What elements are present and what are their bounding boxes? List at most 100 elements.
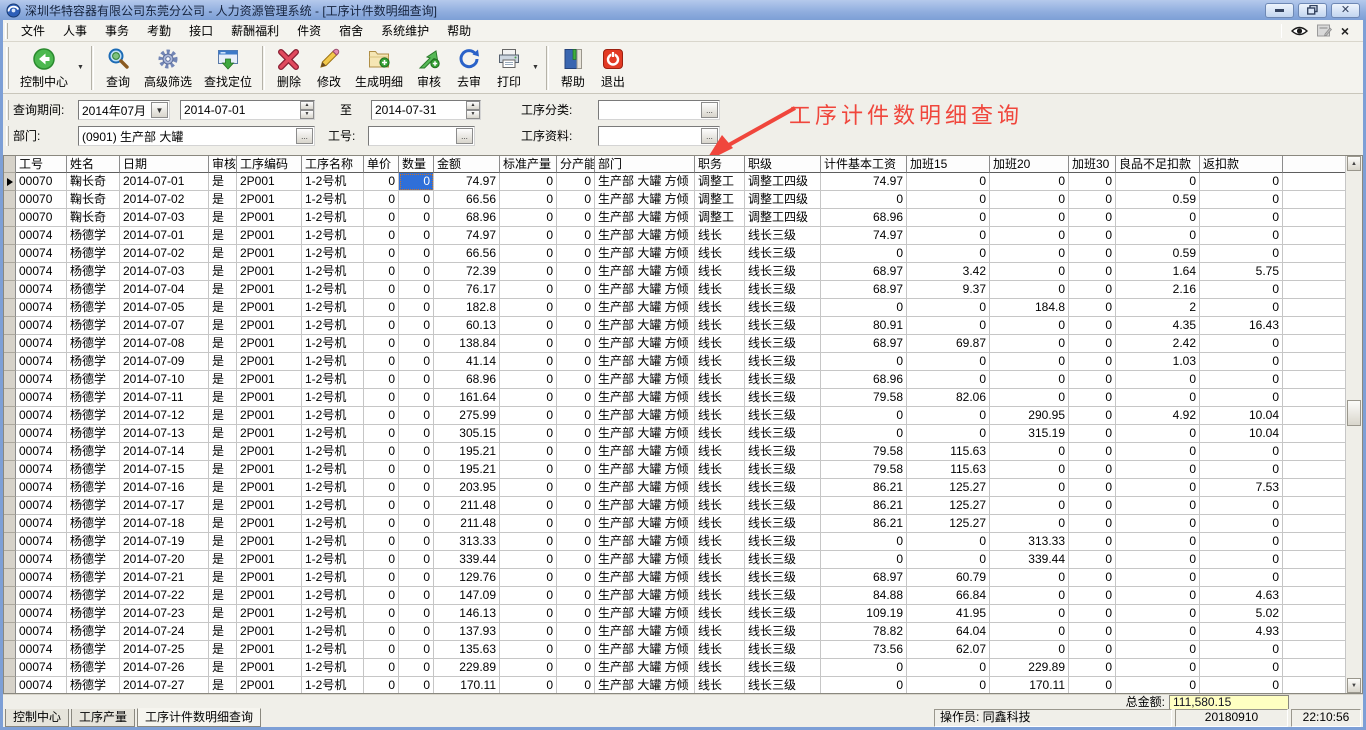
grid-cell[interactable]: 线长三级 [745, 677, 821, 694]
grid-cell[interactable]: 109.19 [821, 605, 907, 623]
grid-cell[interactable]: 00074 [16, 677, 67, 694]
grid-cell[interactable]: 0.59 [1116, 191, 1200, 209]
grid-cell[interactable]: 00074 [16, 605, 67, 623]
grid-cell[interactable]: 1-2号机 [302, 623, 364, 641]
grid-cell[interactable]: 0 [399, 479, 434, 497]
grid-cell[interactable]: 生产部 大罐 方倾 [595, 425, 695, 443]
grid-cell[interactable]: 2P001 [237, 209, 302, 227]
restore-button[interactable] [1298, 3, 1327, 18]
grid-cell[interactable]: 2P001 [237, 317, 302, 335]
grid-cell[interactable]: 0 [557, 425, 595, 443]
grid-cell[interactable]: 313.33 [990, 533, 1069, 551]
grid-cell[interactable]: 2014-07-11 [120, 389, 209, 407]
grid-cell[interactable]: 0 [1069, 479, 1116, 497]
grid-cell[interactable]: 线长三级 [745, 623, 821, 641]
grid-cell[interactable]: 1-2号机 [302, 371, 364, 389]
grid-cell[interactable]: 0 [907, 299, 990, 317]
grid-cell[interactable]: 0 [821, 245, 907, 263]
grid-cell[interactable]: 线长三级 [745, 461, 821, 479]
grid-cell[interactable]: 是 [209, 263, 237, 281]
grid-cell[interactable]: 2P001 [237, 659, 302, 677]
spin-down-icon[interactable]: ▼ [300, 110, 314, 119]
grid-cell[interactable]: 195.21 [434, 461, 500, 479]
grid-cell[interactable]: 杨德学 [67, 677, 120, 694]
scroll-thumb[interactable] [1347, 400, 1361, 426]
grid-cell[interactable]: 线长 [695, 677, 745, 694]
grid-cell[interactable]: 线长 [695, 263, 745, 281]
grid-cell[interactable]: 0 [907, 425, 990, 443]
grid-cell[interactable]: 66.84 [907, 587, 990, 605]
grid-cell[interactable]: 2P001 [237, 227, 302, 245]
grid-cell[interactable]: 0 [557, 641, 595, 659]
grid-cell[interactable]: 0 [557, 569, 595, 587]
grid-cell[interactable]: 是 [209, 245, 237, 263]
grid-cell[interactable]: 线长三级 [745, 479, 821, 497]
grid-cell[interactable]: 1-2号机 [302, 407, 364, 425]
grid-cell[interactable]: 0 [1069, 263, 1116, 281]
grid-cell[interactable]: 0 [990, 443, 1069, 461]
grid-cell[interactable]: 0 [990, 569, 1069, 587]
grid-cell[interactable]: 68.96 [821, 209, 907, 227]
grid-cell[interactable]: 0 [399, 641, 434, 659]
grid-cell[interactable]: 1-2号机 [302, 515, 364, 533]
grid-cell[interactable]: 0 [557, 209, 595, 227]
column-header-10[interactable]: 标准产量 [500, 156, 557, 173]
grid-cell[interactable]: 275.99 [434, 407, 500, 425]
grid-cell[interactable]: 00074 [16, 497, 67, 515]
grid-cell[interactable]: 线长三级 [745, 281, 821, 299]
grid-cell[interactable]: 是 [209, 407, 237, 425]
column-header-13[interactable]: 职务 [695, 156, 745, 173]
grid-cell[interactable]: 线长 [695, 245, 745, 263]
period-combo[interactable]: 2014年07月 ▼ [78, 100, 170, 120]
grid-cell[interactable]: 是 [209, 299, 237, 317]
grid-cell[interactable]: 00074 [16, 461, 67, 479]
menu-item-7[interactable]: 件资 [288, 19, 330, 42]
grid-cell[interactable]: 线长三级 [745, 407, 821, 425]
grid-cell[interactable]: 是 [209, 659, 237, 677]
grid-cell[interactable]: 00074 [16, 335, 67, 353]
grid-cell[interactable]: 0 [399, 569, 434, 587]
grid-cell[interactable]: 0 [1069, 353, 1116, 371]
grid-cell[interactable]: 2014-07-24 [120, 623, 209, 641]
grid-cell[interactable]: 00070 [16, 191, 67, 209]
menu-item-8[interactable]: 宿舍 [330, 19, 372, 42]
grid-cell[interactable]: 0 [821, 677, 907, 694]
grid-cell[interactable]: 2014-07-08 [120, 335, 209, 353]
grid-cell[interactable]: 线长 [695, 461, 745, 479]
grid-cell[interactable]: 0 [1116, 371, 1200, 389]
menu-item-4[interactable]: 考勤 [138, 19, 180, 42]
grid-cell[interactable]: 10.04 [1200, 407, 1283, 425]
grid-cell[interactable]: 2P001 [237, 335, 302, 353]
grid-cell[interactable]: 杨德学 [67, 605, 120, 623]
grid-cell[interactable]: 0 [1200, 227, 1283, 245]
grid-cell[interactable]: 0 [364, 497, 399, 515]
grid-cell[interactable]: 2014-07-03 [120, 263, 209, 281]
grid-cell[interactable]: 线长 [695, 425, 745, 443]
grid-cell[interactable]: 0 [1069, 317, 1116, 335]
grid-cell[interactable]: 0 [990, 191, 1069, 209]
grid-cell[interactable]: 0 [500, 677, 557, 694]
grid-cell[interactable]: 74.97 [434, 173, 500, 191]
grid-cell[interactable]: 是 [209, 641, 237, 659]
grid-cell[interactable]: 00074 [16, 587, 67, 605]
grid-cell[interactable]: 生产部 大罐 方倾 [595, 677, 695, 694]
grid-cell[interactable]: 0 [399, 299, 434, 317]
grid-cell[interactable]: 是 [209, 371, 237, 389]
grid-cell[interactable]: 0 [364, 263, 399, 281]
column-header-3[interactable]: 日期 [120, 156, 209, 173]
grid-cell[interactable]: 0 [990, 227, 1069, 245]
grid-cell[interactable]: 0 [399, 587, 434, 605]
grid-cell[interactable]: 2P001 [237, 605, 302, 623]
grid-cell[interactable]: 2P001 [237, 425, 302, 443]
grid-cell[interactable]: 0 [1069, 245, 1116, 263]
grid-cell[interactable]: 182.8 [434, 299, 500, 317]
grid-cell[interactable]: 79.58 [821, 443, 907, 461]
grid-cell[interactable]: 0 [1069, 209, 1116, 227]
grid-cell[interactable]: 0 [1069, 605, 1116, 623]
grid-cell[interactable]: 0 [1069, 425, 1116, 443]
grid-cell[interactable]: 0 [907, 371, 990, 389]
grid-cell[interactable]: 0 [1069, 335, 1116, 353]
grid-cell[interactable]: 0 [1116, 677, 1200, 694]
grid-cell[interactable]: 生产部 大罐 方倾 [595, 191, 695, 209]
spin-up-icon[interactable]: ▲ [466, 101, 480, 110]
